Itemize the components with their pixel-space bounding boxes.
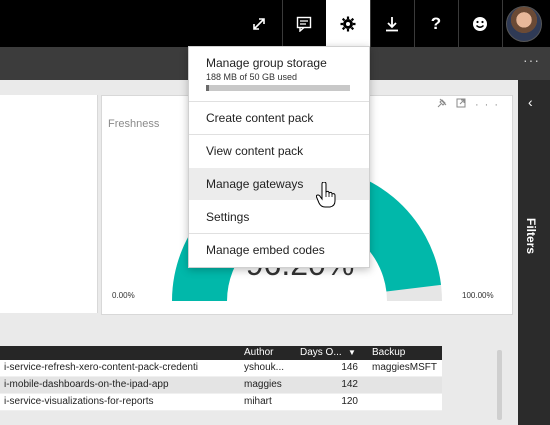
table-row[interactable]: i-mobile-dashboards-on-the-ipad-app magg… <box>0 377 442 394</box>
tile-toolbar: ··· <box>437 98 504 111</box>
menu-item-label: Manage embed codes <box>206 243 325 257</box>
help-button[interactable]: ? <box>414 0 458 47</box>
more-icon[interactable]: ··· <box>475 99 504 111</box>
cell-author: maggies <box>244 379 282 390</box>
avatar[interactable] <box>506 6 542 42</box>
table-header: Author Days O... ▼ Backup <box>0 346 442 360</box>
left-tile <box>0 95 98 313</box>
column-header-backup[interactable]: Backup <box>372 347 442 358</box>
menu-item-label: Manage gateways <box>206 177 304 191</box>
expand-icon[interactable] <box>237 0 281 47</box>
cell-backup: maggiesMSFT <box>372 362 438 373</box>
more-options-icon[interactable]: ··· <box>523 52 540 68</box>
table-row[interactable]: i-service-refresh-xero-content-pack-cred… <box>0 360 442 377</box>
sort-down-icon[interactable]: ▼ <box>348 348 356 357</box>
focus-icon[interactable] <box>456 98 475 111</box>
help-icon: ? <box>430 13 442 33</box>
download-icon[interactable] <box>370 0 414 47</box>
tile-title: Freshness <box>108 118 160 130</box>
chevron-left-icon[interactable]: ‹ <box>528 94 533 110</box>
cell-days: 142 <box>341 379 358 390</box>
menu-item-label: Settings <box>206 210 250 224</box>
filters-pane[interactable]: ‹ Filters <box>518 80 550 425</box>
gauge-max-label: 100.00% <box>462 291 494 300</box>
table-scrollbar[interactable] <box>497 350 502 420</box>
menu-item-label: Create content pack <box>206 111 314 125</box>
settings-button[interactable] <box>326 0 370 47</box>
hand-cursor-icon <box>316 182 336 208</box>
report-table: Author Days O... ▼ Backup i-service-refr… <box>0 346 442 411</box>
cell-author: yshouk... <box>244 362 285 373</box>
filters-label: Filters <box>524 218 538 255</box>
table-row[interactable]: i-service-visualizations-for-reports mih… <box>0 394 442 411</box>
menu-item-settings[interactable]: Settings <box>189 201 369 233</box>
storage-progress-fill <box>206 85 209 91</box>
storage-usage: 188 MB of 50 GB used <box>206 72 298 82</box>
manage-group-storage[interactable]: Manage group storage 188 MB of 50 GB use… <box>189 47 369 99</box>
comment-icon[interactable] <box>282 0 326 47</box>
pin-icon[interactable] <box>437 98 456 111</box>
menu-item-label: View content pack <box>206 144 304 158</box>
gauge-min-label: 0.00% <box>112 291 135 300</box>
cell-name: i-mobile-dashboards-on-the-ipad-app <box>4 379 169 390</box>
column-header-author[interactable]: Author <box>244 347 296 358</box>
storage-progress-bar <box>206 85 350 91</box>
menu-item-manage-embed-codes[interactable]: Manage embed codes <box>189 234 369 266</box>
top-bar: ? <box>0 0 550 47</box>
smiley-icon[interactable] <box>458 0 502 47</box>
cell-days: 120 <box>341 396 358 407</box>
menu-item-create-content-pack[interactable]: Create content pack <box>189 102 369 134</box>
menu-item-view-content-pack[interactable]: View content pack <box>189 135 369 167</box>
cell-author: mihart <box>244 396 272 407</box>
menu-item-manage-gateways[interactable]: Manage gateways <box>189 168 369 200</box>
cell-days: 146 <box>341 362 358 373</box>
gear-icon <box>340 16 356 31</box>
storage-title: Manage group storage <box>206 56 327 70</box>
settings-menu: Manage group storage 188 MB of 50 GB use… <box>188 46 370 268</box>
cell-name: i-service-visualizations-for-reports <box>4 396 154 407</box>
cell-name: i-service-refresh-xero-content-pack-cred… <box>4 362 198 373</box>
